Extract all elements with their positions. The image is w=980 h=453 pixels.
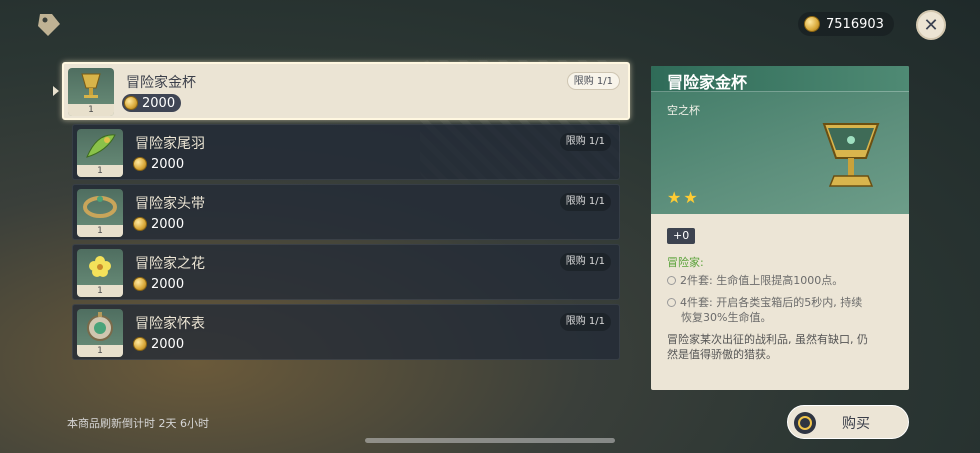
item-price: 2000 [122,94,182,112]
item-name: 冒险家尾羽 [135,136,205,152]
level-badge: +0 [667,228,696,244]
item-name: 冒险家头带 [135,196,205,212]
mora-coin-icon [133,157,147,171]
shop-item-goblet[interactable]: 1 冒险家金杯 2000 限购 1/1 [62,62,630,120]
purchase-limit-badge: 限购 1/1 [566,72,620,90]
mora-coin-icon [133,277,147,291]
mora-coin-icon [804,16,820,32]
purchase-limit-badge: 限购 1/1 [559,253,611,271]
purchase-limit-badge: 限购 1/1 [559,313,611,331]
artifact-type: 空之杯 [667,104,700,117]
top-bar: 7516903 ✕ [0,0,980,50]
item-price: 2000 [131,155,190,173]
item-price-value: 2000 [151,216,185,232]
item-name: 冒险家怀表 [135,316,205,332]
buy-button-label: 购买 [842,416,870,432]
detail-title: 冒险家金杯 [667,73,748,92]
item-price-value: 2000 [142,95,176,111]
mora-balance: 7516903 [798,12,894,36]
item-quantity: 1 [77,285,123,297]
item-thumbnail: 1 [77,189,123,237]
item-quantity: 1 [68,104,114,116]
description-line2: 然是值得骄傲的猎获。 [667,348,777,361]
mora-coin-icon [124,96,138,110]
detail-title-bar: 冒险家金杯 [651,66,909,92]
feather-icon [86,134,116,158]
item-price-value: 2000 [151,336,185,352]
flower-icon [89,256,111,277]
item-price: 2000 [131,275,190,293]
item-name: 冒险家金杯 [126,75,196,91]
set-bonus-2: 2件套: 生命值上限提高1000点。 [667,273,903,288]
bonus-4-text-line1: 4件套: 开启各类宝箱后的5秒内, 持续 [680,296,863,309]
shop-item-flower[interactable]: 1 冒险家之花 2000 限购 1/1 [72,244,620,300]
bonus-inactive-icon [667,298,676,307]
rarity-stars: ★★ [667,188,700,207]
confirm-circle-icon [794,412,816,434]
item-price: 2000 [131,215,190,233]
item-price-value: 2000 [151,156,185,172]
close-icon: ✕ [923,14,939,36]
goblet-icon [81,73,101,98]
purchase-limit-badge: 限购 1/1 [559,133,611,151]
item-thumbnail: 1 [77,309,123,357]
set-name: 冒险家: [667,256,704,269]
mora-coin-icon [133,217,147,231]
pocket-watch-icon [87,312,113,341]
item-price: 2000 [131,335,190,353]
goblet-artwork-icon [822,123,880,187]
item-thumbnail: 1 [77,249,123,297]
item-quantity: 1 [77,165,123,177]
item-quantity: 1 [77,225,123,237]
purchase-limit-badge: 限购 1/1 [559,193,611,211]
detail-header: 冒险家金杯 空之杯 ★★ [651,66,909,214]
item-name: 冒险家之花 [135,256,205,272]
headband-icon [83,196,117,218]
item-price-value: 2000 [151,276,185,292]
close-button[interactable]: ✕ [916,10,946,40]
mora-coin-icon [133,337,147,351]
item-detail-panel: 冒险家金杯 空之杯 ★★ +0 冒险家: 2件套: 生命值上限提高1000点。 … [651,66,909,390]
item-thumbnail: 1 [77,129,123,177]
shop-item-feather[interactable]: 1 冒险家尾羽 2000 限购 1/1 [72,124,620,180]
description-line1: 冒险家某次出征的战利品, 虽然有缺口, 仍 [667,333,868,346]
refresh-countdown: 本商品刷新倒计时 2天 6小时 [67,417,209,430]
home-indicator[interactable] [365,438,615,443]
bonus-2-text: 2件套: 生命值上限提高1000点。 [680,274,844,287]
item-description: 冒险家某次出征的战利品, 虽然有缺口, 仍 然是值得骄傲的猎获。 [667,332,899,362]
shop-item-headband[interactable]: 1 冒险家头带 2000 限购 1/1 [72,184,620,240]
item-quantity: 1 [77,345,123,357]
shop-item-pocket-watch[interactable]: 1 冒险家怀表 2000 限购 1/1 [72,304,620,360]
bonus-inactive-icon [667,276,676,285]
mora-amount: 7516903 [826,16,884,32]
selection-arrow-icon [53,86,59,96]
price-tag-icon [38,14,60,36]
set-bonus-4: 4件套: 开启各类宝箱后的5秒内, 持续 恢复30%生命值。 [667,295,903,325]
item-thumbnail: 1 [68,68,114,116]
bonus-4-text-line2: 恢复30%生命值。 [681,311,772,324]
buy-button[interactable]: 购买 [787,405,909,439]
